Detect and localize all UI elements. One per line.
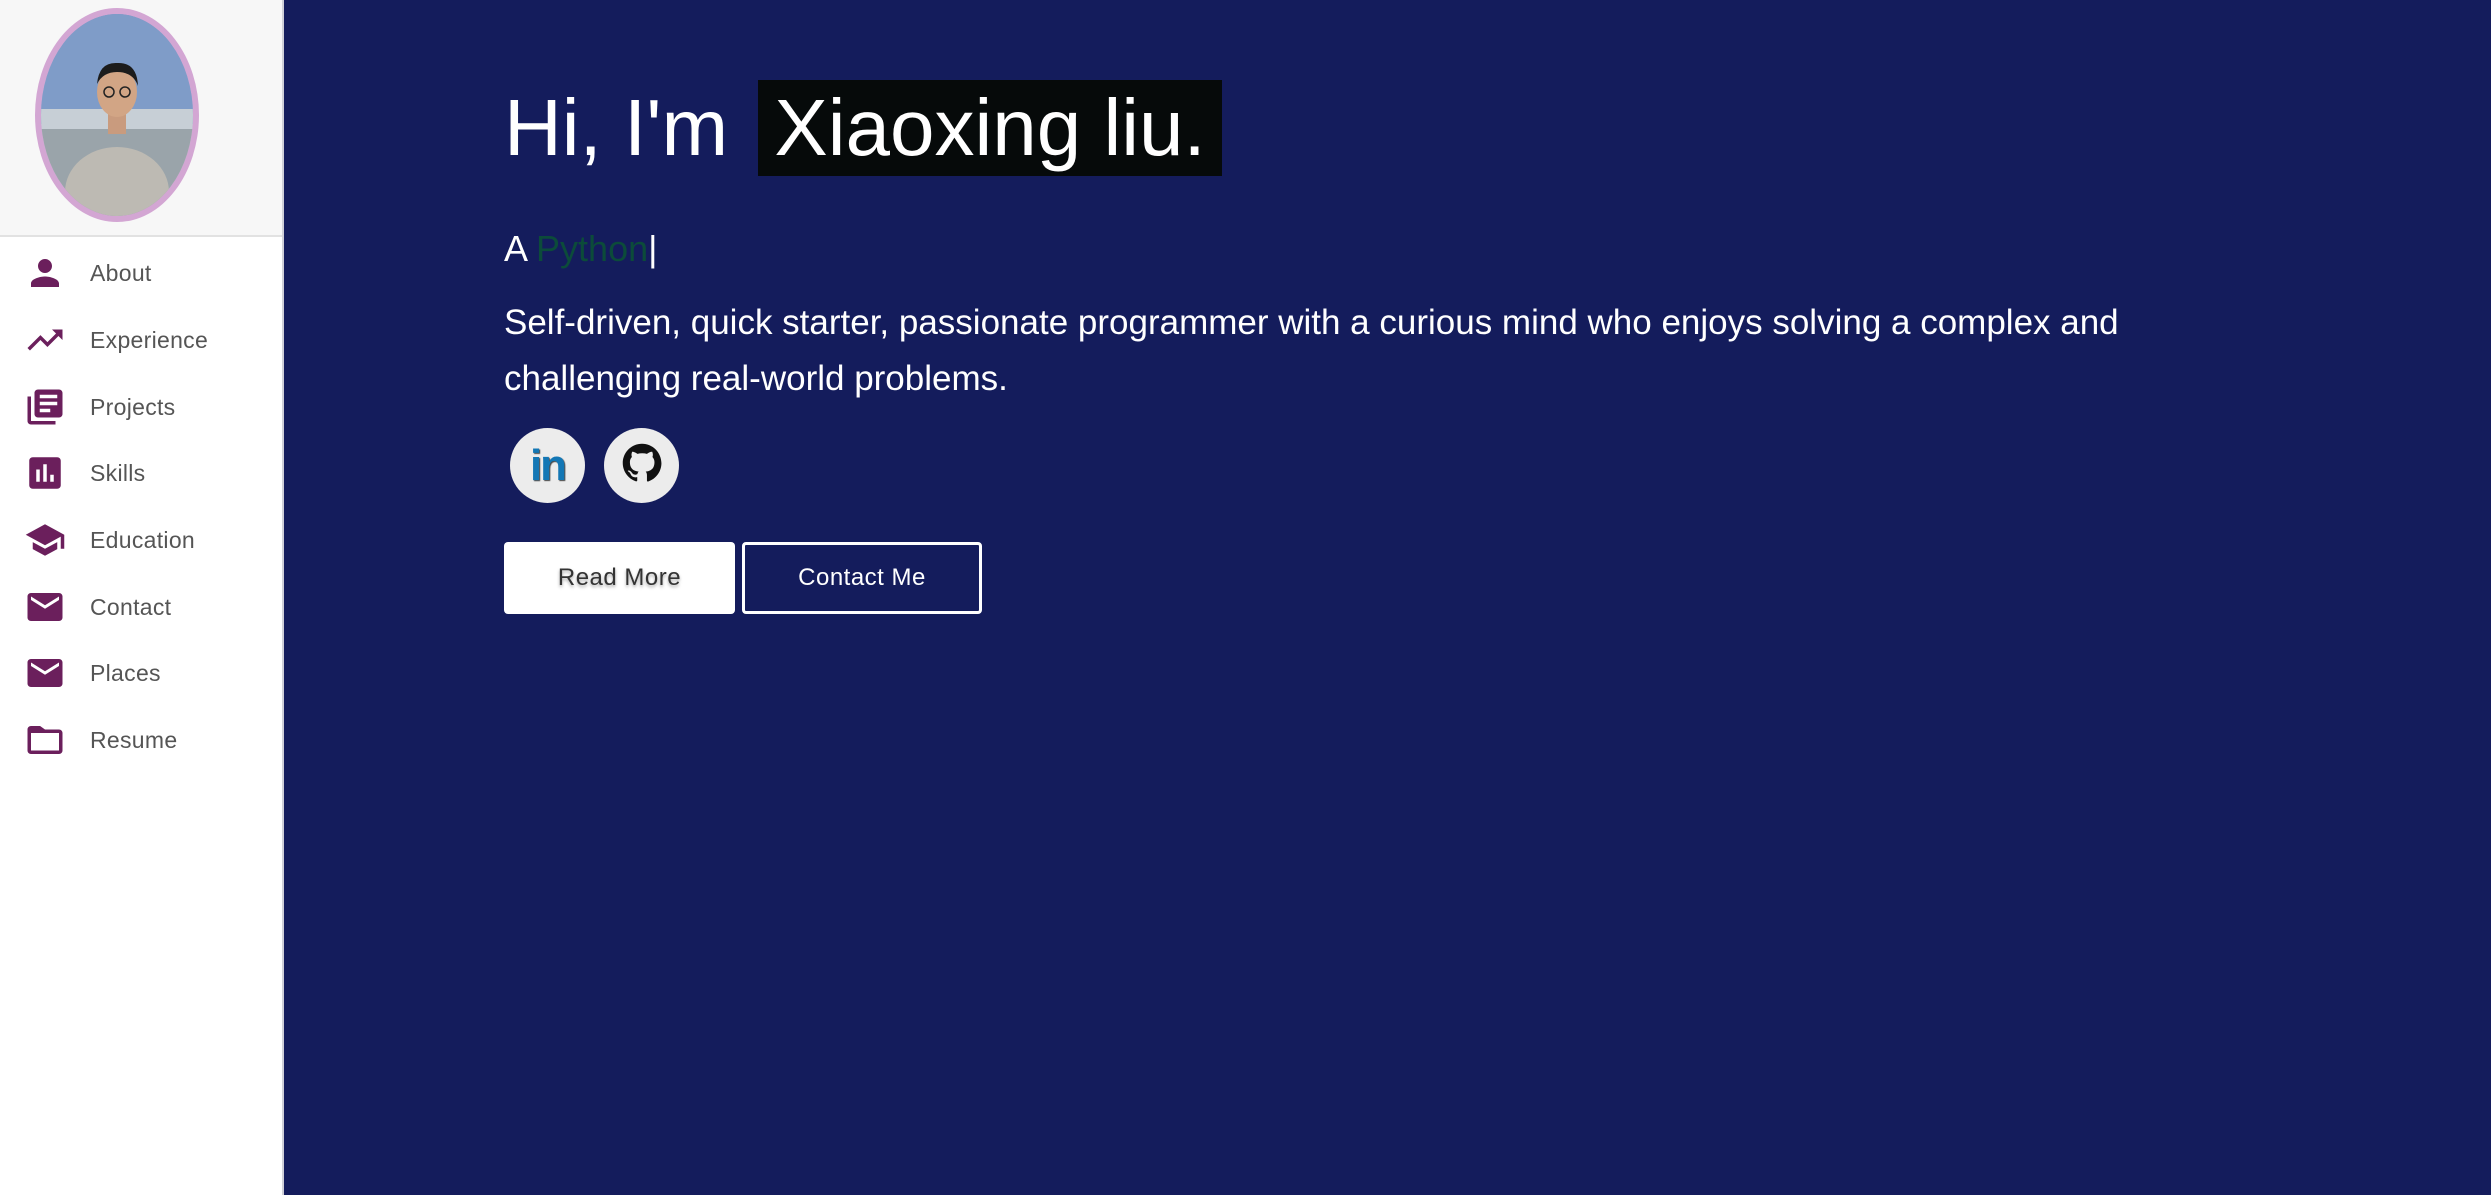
social-links: in xyxy=(510,428,679,503)
hero-description: Self-driven, quick starter, passionate p… xyxy=(504,303,2119,398)
sidebar-item-label: Resume xyxy=(90,726,178,753)
sidebar-item-places[interactable]: Places xyxy=(0,643,282,703)
typing-cursor: | xyxy=(648,228,658,269)
role-prefix: A xyxy=(504,228,527,269)
sidebar-item-resume[interactable]: Resume xyxy=(0,710,282,770)
folder-icon xyxy=(24,719,66,761)
person-icon xyxy=(24,252,66,294)
hero-buttons: Read More Contact Me xyxy=(504,542,982,614)
sidebar-item-label: Places xyxy=(90,659,161,686)
sidebar-item-experience[interactable]: Experience xyxy=(0,310,282,370)
school-icon xyxy=(24,519,66,561)
hero-section: Hi, I'm Xiaoxing liu. A Python| Self-dri… xyxy=(284,0,2491,1195)
sidebar-item-label: Contact xyxy=(90,593,172,620)
role-word: Python xyxy=(536,228,649,269)
sidebar-item-label: Projects xyxy=(90,393,176,420)
hero-role: A Python| xyxy=(504,228,657,270)
linkedin-icon: in xyxy=(529,440,567,490)
avatar-panel xyxy=(0,0,282,237)
read-more-button[interactable]: Read More xyxy=(504,542,735,614)
hero-title: Hi, I'm Xiaoxing liu. xyxy=(504,80,1222,176)
github-icon xyxy=(620,441,664,490)
sidebar-item-projects[interactable]: Projects xyxy=(0,377,282,437)
sidebar-item-contact[interactable]: Contact xyxy=(0,577,282,637)
sidebar-item-about[interactable]: About xyxy=(0,243,282,303)
mail-icon xyxy=(24,586,66,628)
sidebar-item-label: Skills xyxy=(90,459,146,486)
mail-icon xyxy=(24,652,66,694)
library-books-icon xyxy=(24,386,66,428)
contact-me-button[interactable]: Contact Me xyxy=(742,542,982,614)
linkedin-button[interactable]: in xyxy=(510,428,585,503)
trending-up-icon xyxy=(24,319,66,361)
sidebar-item-label: Education xyxy=(90,526,195,553)
bar-chart-icon xyxy=(24,452,66,494)
sidebar-item-education[interactable]: Education xyxy=(0,510,282,570)
hero-greeting: Hi, I'm xyxy=(504,83,729,172)
avatar xyxy=(35,8,199,222)
sidebar-item-label: Experience xyxy=(90,326,209,353)
sidebar-item-skills[interactable]: Skills xyxy=(0,443,282,503)
avatar-photo xyxy=(41,14,193,216)
sidebar-item-label: About xyxy=(90,259,152,286)
hero-name: Xiaoxing liu. xyxy=(758,80,1222,176)
github-button[interactable] xyxy=(604,428,679,503)
sidebar: About Experience Projects Skills Educati… xyxy=(0,0,284,1195)
